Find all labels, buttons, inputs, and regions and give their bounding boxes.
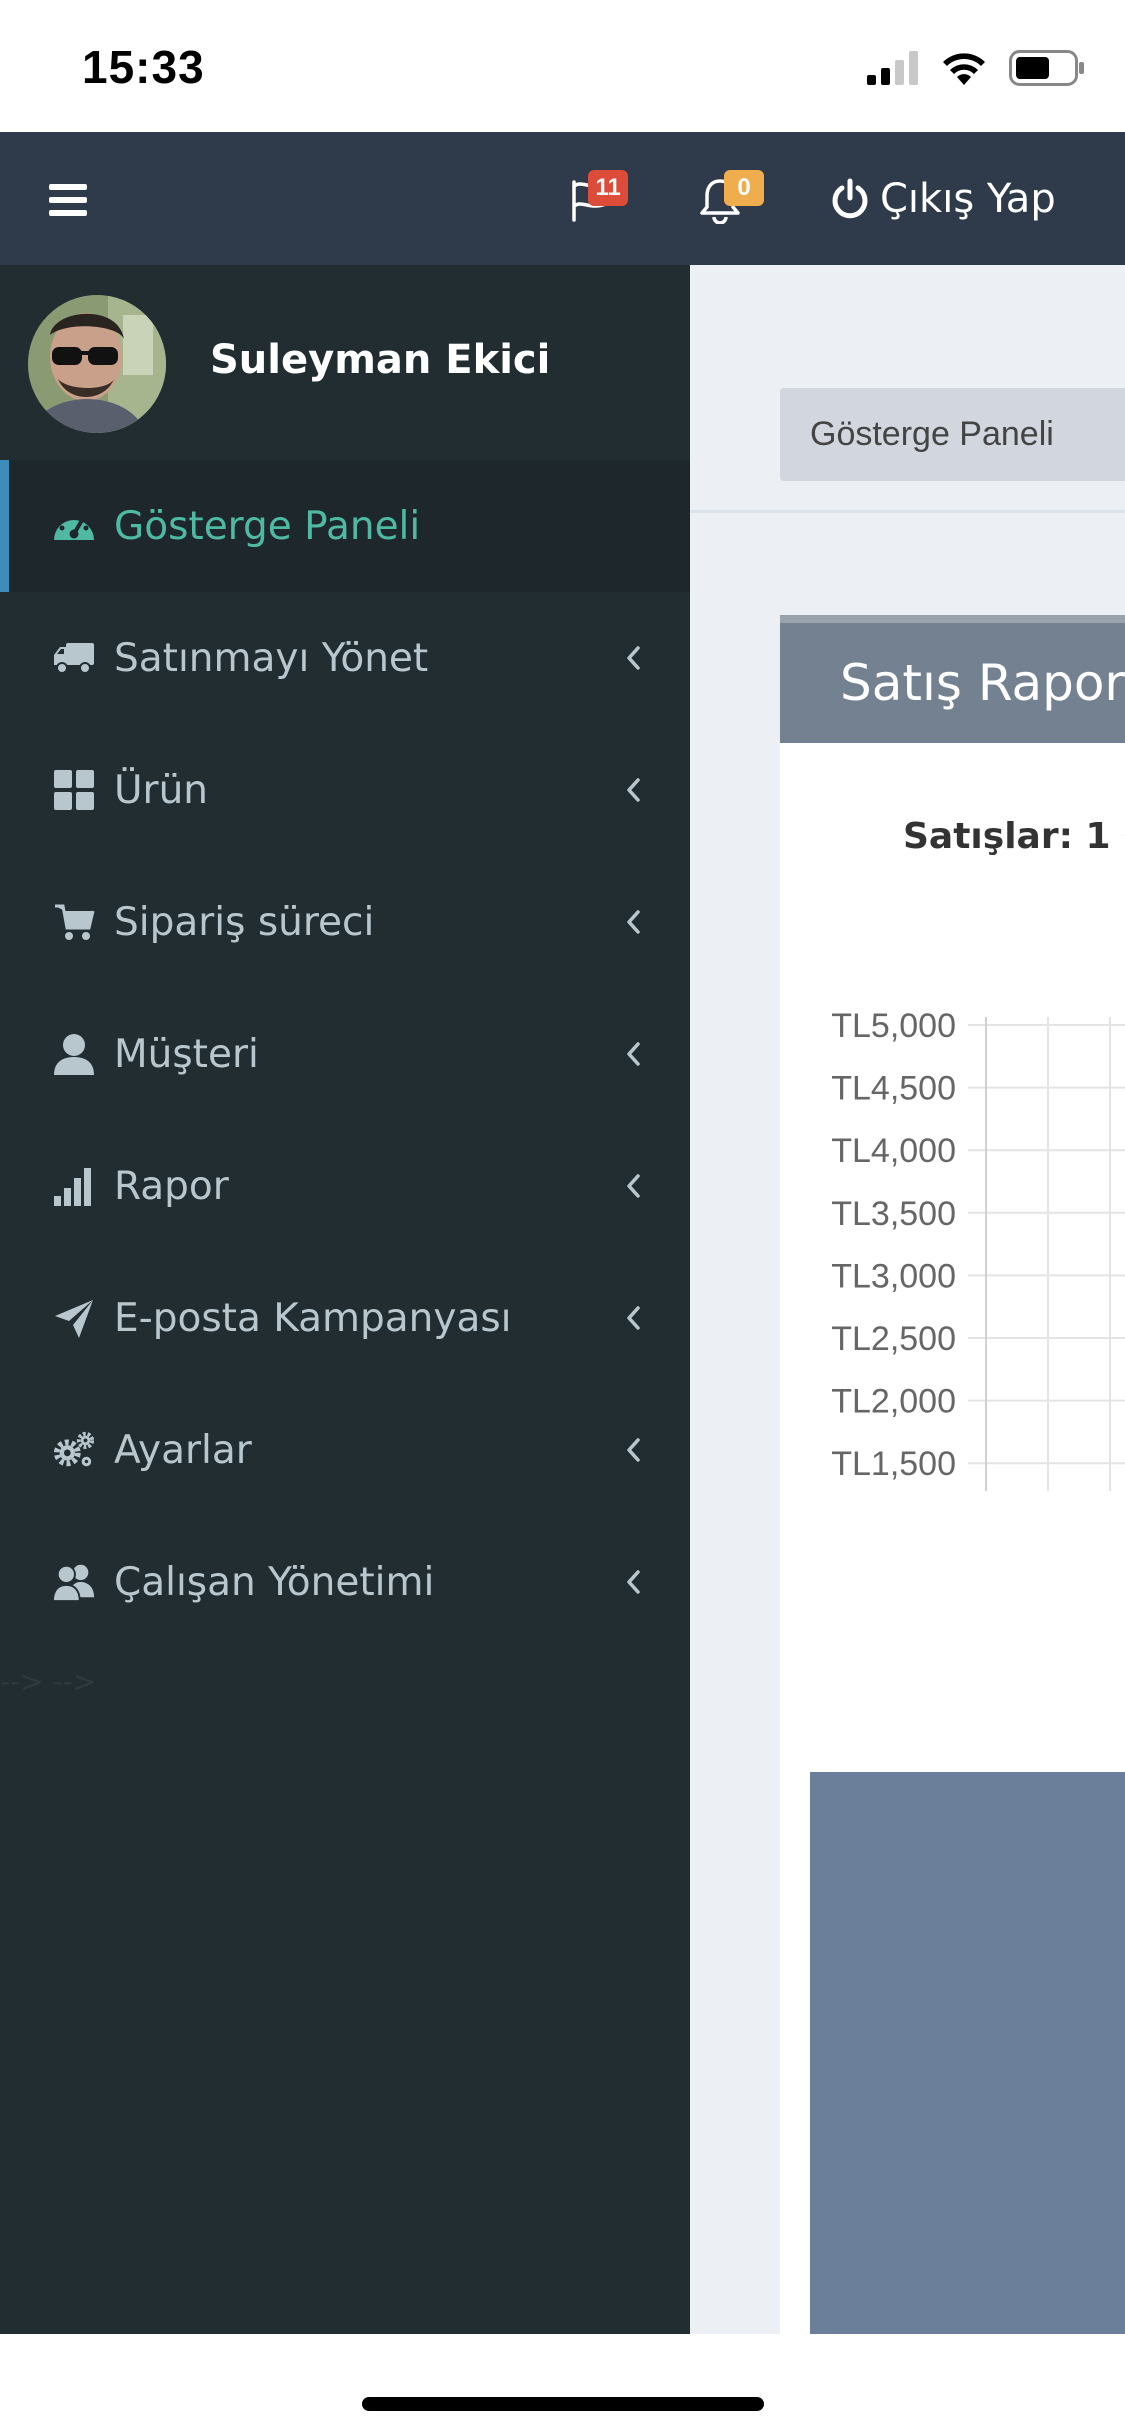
stray-html-comment-text: --> --> [0, 1665, 97, 1698]
notifications-badge: 0 [724, 170, 764, 206]
y-tick-label: TL3,500 [831, 1195, 956, 1233]
flags-button[interactable]: 11 [550, 160, 630, 240]
chevron-left-icon [625, 642, 645, 674]
hamburger-icon [49, 184, 87, 216]
breadcrumb[interactable]: Gösterge Paneli [780, 388, 1125, 481]
sidebar-item-label: Müşteri [114, 1031, 259, 1077]
sidebar-item-report[interactable]: Rapor [0, 1120, 690, 1252]
dashboard-icon [52, 504, 96, 548]
sidebar-item-label: Ayarlar [114, 1427, 252, 1473]
grid-icon [52, 768, 96, 812]
sales-report-box: Satış Raporu Satışlar: 1 O TL5,000 TL4,50… [780, 615, 1125, 2334]
sidebar-item-product[interactable]: Ürün [0, 724, 690, 856]
truck-icon [52, 636, 96, 680]
chevron-left-icon [625, 906, 645, 938]
top-navbar: 11 0 Çıkış Yap [0, 132, 1125, 265]
chevron-left-icon [625, 1170, 645, 1202]
bar-chart-icon [52, 1164, 96, 1208]
chevron-left-icon [625, 1302, 645, 1334]
chevron-left-icon [625, 1038, 645, 1070]
bottom-safe-area [0, 2334, 1125, 2436]
sidebar: Suleyman Ekici Gösterge Paneli Satınmayı… [0, 265, 690, 2334]
users-icon [52, 1560, 96, 1604]
sidebar-item-purchasing[interactable]: Satınmayı Yönet [0, 592, 690, 724]
status-bar: 15:33 [0, 0, 1125, 132]
chevron-left-icon [625, 1434, 645, 1466]
signal-icon [867, 51, 918, 85]
user-name: Suleyman Ekici [210, 337, 551, 383]
y-tick-label: TL4,000 [831, 1132, 956, 1170]
sidebar-item-settings[interactable]: Ayarlar [0, 1384, 690, 1516]
content-header: Gösterge Paneli [690, 265, 1125, 513]
chart-heading: Satışlar: 1 O [903, 816, 1125, 857]
wifi-icon [943, 53, 985, 85]
y-tick-label: TL5,000 [831, 1007, 956, 1045]
sidebar-item-email-campaign[interactable]: E-posta Kampanyası [0, 1252, 690, 1384]
menu-toggle-button[interactable] [40, 172, 96, 228]
sidebar-item-label: Gösterge Paneli [114, 503, 421, 549]
sidebar-item-label: E-posta Kampanyası [114, 1295, 512, 1341]
sidebar-item-dashboard[interactable]: Gösterge Paneli [0, 460, 690, 592]
notifications-button[interactable]: 0 [680, 160, 764, 240]
power-icon [832, 178, 868, 219]
sidebar-item-label: Sipariş süreci [114, 899, 375, 945]
gears-icon [52, 1428, 96, 1472]
logout-label: Çıkış Yap [880, 176, 1056, 222]
main-content: Gösterge Paneli Satış Raporu Satışlar: 1… [690, 265, 1125, 2334]
battery-icon [1009, 50, 1084, 86]
y-tick-label: TL3,000 [831, 1257, 956, 1295]
y-tick-label: TL4,500 [831, 1070, 956, 1108]
sidebar-item-label: Çalışan Yönetimi [114, 1559, 435, 1605]
status-time: 15:33 [82, 41, 205, 93]
cart-icon [52, 900, 96, 944]
chevron-left-icon [625, 1566, 645, 1598]
y-tick-label: TL2,500 [831, 1320, 956, 1358]
user-panel: Suleyman Ekici [0, 265, 690, 460]
sidebar-item-customer[interactable]: Müşteri [0, 988, 690, 1120]
sidebar-item-employee-management[interactable]: Çalışan Yönetimi [0, 1516, 690, 1648]
avatar[interactable] [28, 295, 166, 433]
sidebar-item-order-process[interactable]: Sipariş süreci [0, 856, 690, 988]
sidebar-item-label: Ürün [114, 767, 209, 813]
avatar-photo [28, 295, 166, 433]
y-tick-label: TL2,000 [831, 1383, 956, 1421]
chevron-left-icon [625, 774, 645, 806]
secondary-chart-panel [810, 1772, 1125, 2334]
home-indicator[interactable] [362, 2397, 764, 2411]
logout-button[interactable]: Çıkış Yap [830, 162, 1056, 236]
sidebar-item-label: Satınmayı Yönet [114, 635, 429, 681]
flags-badge: 11 [588, 170, 628, 206]
status-icons [867, 48, 1085, 88]
box-title: Satış Raporu [780, 623, 1125, 743]
paper-plane-icon [52, 1296, 96, 1340]
sales-line-chart: TL5,000 TL4,500 TL4,000 TL3,500 TL3,000 TL2,5… [831, 1007, 1125, 1491]
user-icon [52, 1032, 96, 1076]
y-tick-label: TL1,500 [831, 1445, 956, 1483]
sidebar-item-label: Rapor [114, 1163, 229, 1209]
